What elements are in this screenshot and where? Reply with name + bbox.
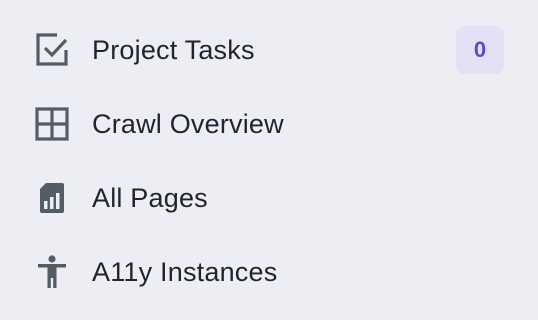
nav-item-label: Project Tasks (92, 35, 255, 65)
task-count-badge: 0 (456, 26, 504, 74)
nav-item-project-tasks[interactable]: Project Tasks 0 (0, 20, 538, 80)
nav-item-label: Crawl Overview (92, 109, 284, 139)
nav-item-label: A11y Instances (92, 257, 278, 287)
nav-item-crawl-overview[interactable]: Crawl Overview (0, 94, 538, 154)
nav-item-label: All Pages (92, 183, 208, 213)
accessibility-icon (34, 254, 70, 290)
nav-item-all-pages[interactable]: All Pages (0, 168, 538, 228)
checkbox-icon (34, 32, 70, 68)
sim-card-chart-icon (34, 180, 70, 216)
nav-item-a11y-instances[interactable]: A11y Instances (0, 242, 538, 302)
grid-icon (34, 106, 70, 142)
sidebar-nav: Project Tasks 0 Crawl Overview All Pages (0, 0, 538, 320)
